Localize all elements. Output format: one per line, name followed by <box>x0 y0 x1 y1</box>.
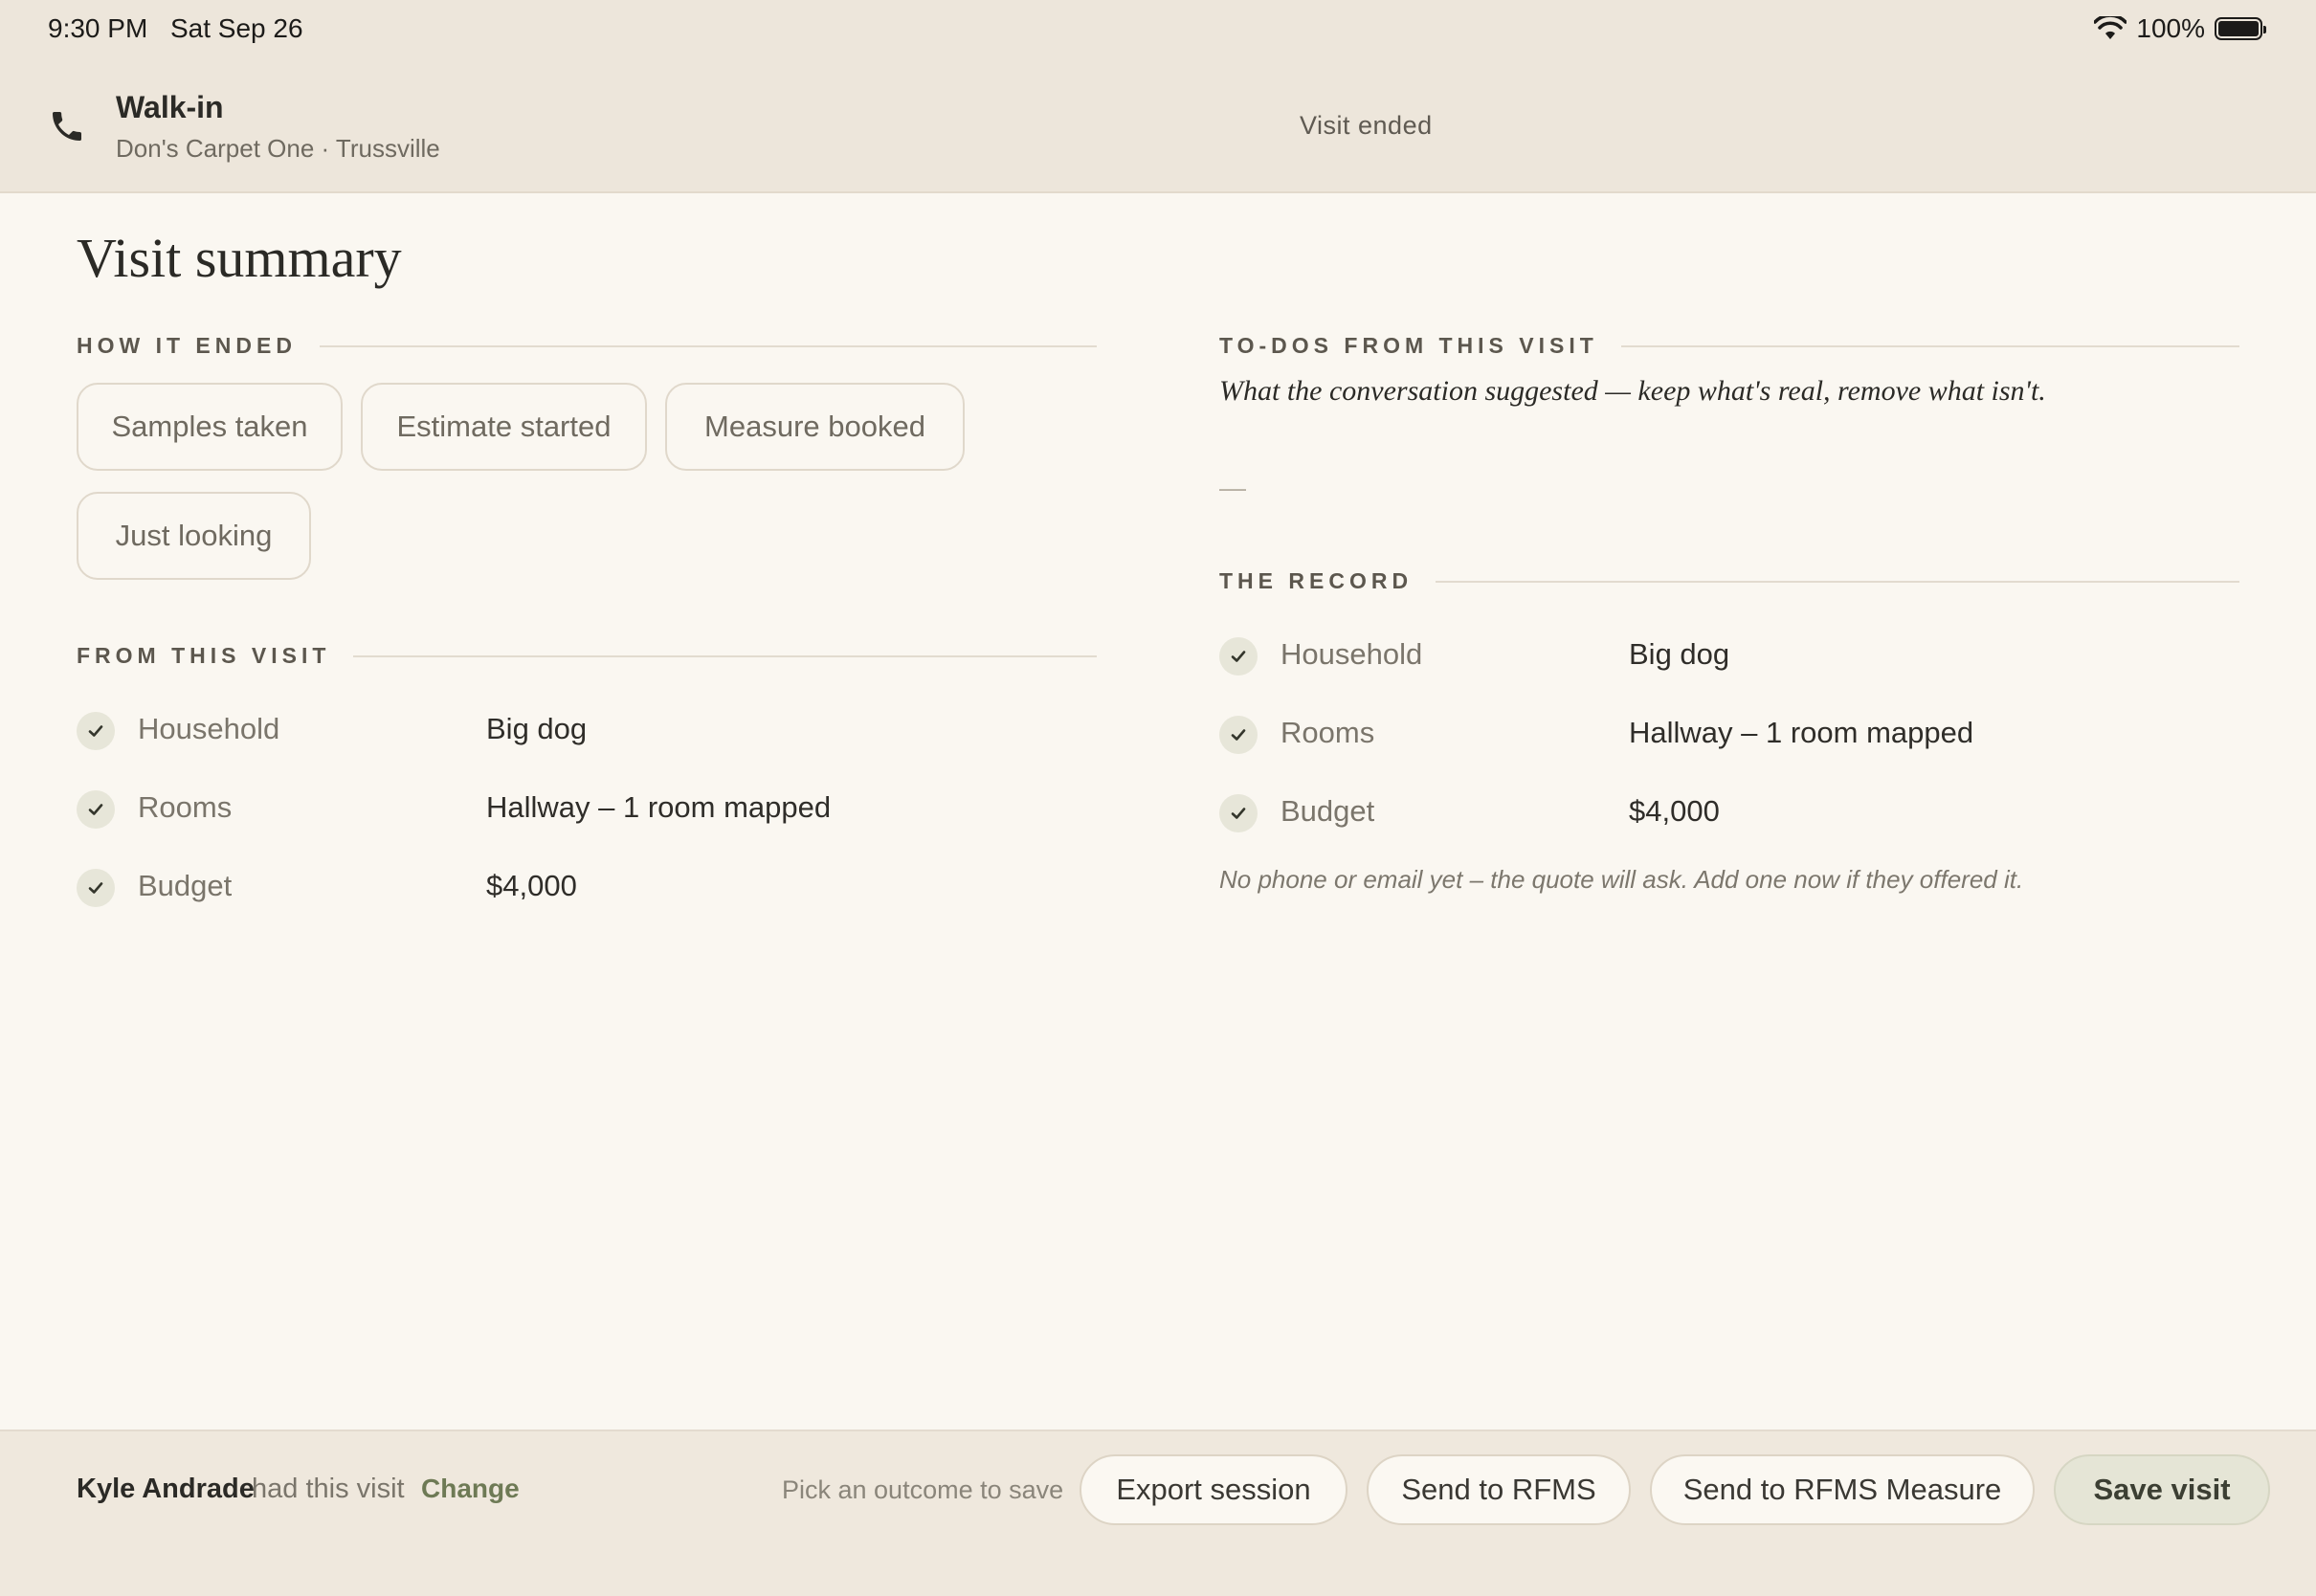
section-heading: FROM THIS VISIT <box>77 643 331 668</box>
outcome-measure-booked[interactable]: Measure booked <box>665 383 965 471</box>
row-label: Household <box>1280 637 1423 671</box>
todos-empty-placeholder: — <box>1219 473 1246 502</box>
save-visit-button[interactable]: Save visit <box>2054 1454 2270 1525</box>
row-value: Hallway – 1 room mapped <box>486 790 832 824</box>
store-location: Don's Carpet One · Trussville <box>116 134 440 163</box>
section-heading: TO-DOS FROM THIS VISIT <box>1219 333 1598 358</box>
check-icon <box>1219 794 1258 832</box>
phone-icon <box>53 112 81 141</box>
row-value: $4,000 <box>486 869 577 902</box>
page-title: Visit summary <box>77 227 402 289</box>
record-header: THE RECORD <box>1219 568 2239 594</box>
export-session-button[interactable]: Export session <box>1080 1454 1347 1525</box>
check-icon <box>1219 716 1258 754</box>
visit-status: Visit ended <box>1300 111 1433 140</box>
section-divider <box>353 654 1097 657</box>
check-icon <box>77 790 115 829</box>
status-time: 9:30 PM <box>48 13 148 43</box>
row-label: Budget <box>138 869 233 902</box>
user-name: Kyle Andrade <box>77 1474 255 1504</box>
row-label: Rooms <box>1280 716 1375 749</box>
row-value: Big dog <box>1629 637 1730 671</box>
section-divider <box>1620 344 2239 347</box>
visit-header: Walk-in Don's Carpet One · Trussville Vi… <box>0 61 2316 193</box>
send-to-rfms-measure-button[interactable]: Send to RFMS Measure <box>1650 1454 2035 1525</box>
from-this-visit-header: FROM THIS VISIT <box>77 643 1097 669</box>
battery-percent: 100% <box>2136 13 2205 43</box>
how-it-ended-header: HOW IT ENDED <box>77 333 1097 359</box>
section-divider <box>1436 580 2239 583</box>
status-date: Sat Sep 26 <box>170 13 303 43</box>
battery-icon <box>2215 17 2266 40</box>
row-label: Household <box>138 712 280 745</box>
outcome-just-looking[interactable]: Just looking <box>77 492 311 580</box>
row-value: Hallway – 1 room mapped <box>1629 716 1974 749</box>
row-label: Budget <box>1280 794 1375 828</box>
had-visit-text: had this visit <box>252 1474 405 1504</box>
wifi-icon <box>2094 16 2127 39</box>
check-icon <box>77 712 115 750</box>
outcome-samples-taken[interactable]: Samples taken <box>77 383 343 471</box>
row-label: Rooms <box>138 790 233 824</box>
status-bar: 9:30 PM Sat Sep 26 100% <box>0 0 2316 61</box>
check-icon <box>77 869 115 907</box>
section-divider <box>319 344 1097 347</box>
visit-type-title: Walk-in <box>116 90 224 124</box>
outcome-estimate-started[interactable]: Estimate started <box>361 383 647 471</box>
row-value: $4,000 <box>1629 794 1720 828</box>
section-heading: HOW IT ENDED <box>77 333 297 358</box>
battery-fill <box>2218 21 2259 36</box>
footer-bar: Kyle Andrade had this visit Change Pick … <box>0 1430 2316 1596</box>
send-to-rfms-button[interactable]: Send to RFMS <box>1367 1454 1631 1525</box>
status-right: 100% <box>2094 13 2266 44</box>
change-user-link[interactable]: Change <box>421 1474 520 1504</box>
save-hint: Pick an outcome to save <box>782 1475 1064 1504</box>
todos-header: TO-DOS FROM THIS VISIT <box>1219 333 2239 359</box>
check-icon <box>1219 637 1258 676</box>
section-heading: THE RECORD <box>1219 568 1414 593</box>
row-value: Big dog <box>486 712 588 745</box>
todos-subtitle: What the conversation suggested — keep w… <box>1219 375 2046 407</box>
record-contact-note: No phone or email yet – the quote will a… <box>1219 865 2024 894</box>
